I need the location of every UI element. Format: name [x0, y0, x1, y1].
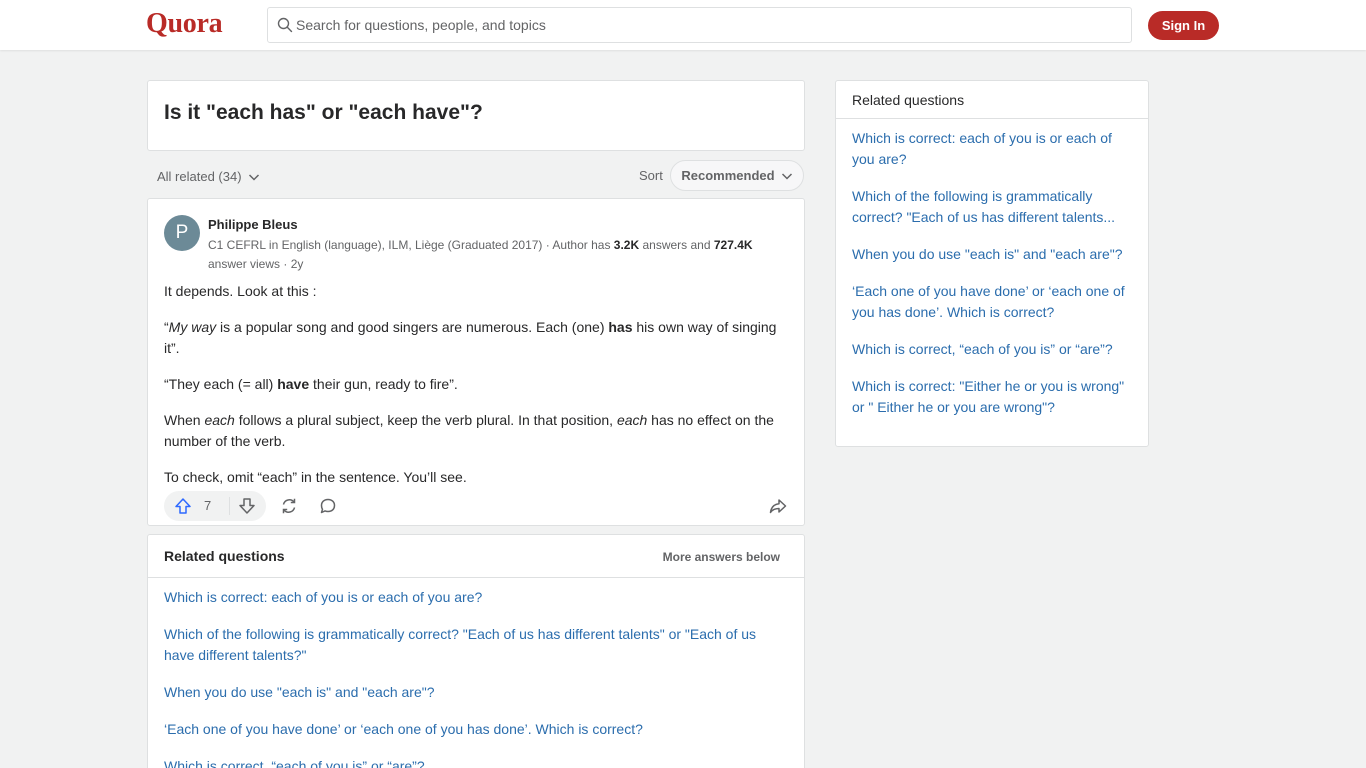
text: When [164, 412, 205, 428]
vote-divider [229, 497, 230, 515]
upvote-icon[interactable] [174, 497, 192, 515]
text: is a popular song and good singers are n… [216, 319, 609, 335]
avatar[interactable]: P [164, 215, 200, 251]
text-italic: each [204, 412, 235, 428]
upvote-count: 7 [204, 498, 212, 513]
all-related-label: All related (34) [157, 169, 242, 184]
related-questions-card: Related questions More answers below Whi… [147, 534, 805, 768]
answer-action-bar: 7 [164, 491, 790, 521]
sidebar-question-link[interactable]: Which is correct: "Either he or you is w… [852, 376, 1137, 418]
text: their gun, ready to fire”. [309, 376, 458, 392]
answer-paragraph: “My way is a popular song and good singe… [164, 317, 784, 359]
more-answers-below: More answers below [662, 550, 780, 564]
text-italic: My way [168, 319, 217, 335]
sidebar-related-questions: Related questions Which is correct: each… [835, 80, 1149, 447]
sign-in-button[interactable]: Sign In [1148, 11, 1219, 40]
chevron-down-icon [248, 173, 259, 181]
related-question-link[interactable]: Which of the following is grammatically … [164, 624, 789, 666]
downvote-icon[interactable] [238, 497, 256, 515]
related-question-link[interactable]: Which is correct, “each of you is” or “a… [164, 756, 789, 768]
cred-mid: answers and [639, 238, 714, 252]
related-questions-title: Related questions [164, 548, 285, 564]
sidebar-question-link[interactable]: Which is correct: each of you is or each… [852, 128, 1137, 170]
sidebar-question-link[interactable]: Which of the following is grammatically … [852, 186, 1137, 228]
all-related-dropdown[interactable]: All related (34) [157, 169, 260, 184]
top-header: Quora Sign In [0, 0, 1366, 50]
chevron-down-icon [781, 172, 792, 180]
search-bar[interactable] [267, 7, 1132, 43]
answer-filter-row: All related (34) Sort Recommended [147, 160, 805, 192]
text: “They each (= all) [164, 376, 278, 392]
answer-paragraph: To check, omit “each” in the sentence. Y… [164, 469, 467, 485]
comment-icon[interactable] [319, 497, 337, 515]
text-italic: each [616, 412, 648, 428]
search-input[interactable] [296, 8, 1116, 42]
views-count: 727.4K [713, 238, 753, 252]
sidebar-questions-list: Which is correct: each of you is or each… [852, 128, 1137, 434]
related-questions-list: Which is correct: each of you is or each… [164, 587, 789, 768]
cred-prefix: C1 CEFRL in English (language), ILM, Liè… [208, 238, 614, 252]
sidebar-title: Related questions [852, 92, 965, 108]
answer-paragraph: “They each (= all) have their gun, ready… [164, 374, 784, 395]
related-question-link[interactable]: ‘Each one of you have done’ or ‘each one… [164, 719, 789, 740]
share-arrow-icon[interactable] [769, 497, 787, 515]
answer-paragraph: It depends. Look at this : [164, 283, 317, 299]
author-name[interactable]: Philippe Bleus [208, 217, 298, 232]
text: follows a plural subject, keep the verb … [234, 412, 617, 428]
text-bold: has [608, 319, 633, 335]
search-icon [277, 17, 293, 33]
cred-suffix: answer views · 2y [208, 257, 304, 271]
text-bold: have [277, 376, 310, 392]
related-questions-header: Related questions More answers below [148, 535, 804, 578]
vote-pill: 7 [164, 491, 266, 521]
sort-dropdown[interactable]: Recommended [670, 160, 804, 191]
answer-card: P Philippe Bleus C1 CEFRL in English (la… [147, 198, 805, 526]
question-title: Is it "each has" or "each have"? [164, 101, 483, 124]
answers-count: 3.2K [613, 238, 640, 252]
related-question-link[interactable]: Which is correct: each of you is or each… [164, 587, 789, 608]
sidebar-question-link[interactable]: Which is correct, “each of you is” or “a… [852, 339, 1137, 360]
sidebar-header: Related questions [836, 81, 1148, 119]
related-question-link[interactable]: When you do use "each is" and "each are"… [164, 682, 789, 703]
quora-logo[interactable]: Quora [146, 8, 223, 40]
answer-body: It depends. Look at this : “My way is a … [164, 281, 784, 503]
sidebar-question-link[interactable]: When you do use "each is" and "each are"… [852, 244, 1137, 265]
question-card: Is it "each has" or "each have"? [147, 80, 805, 151]
answer-paragraph: When each follows a plural subject, keep… [164, 410, 784, 452]
sidebar-question-link[interactable]: ‘Each one of you have done’ or ‘each one… [852, 281, 1137, 323]
sort-value: Recommended [681, 168, 775, 183]
author-credentials: C1 CEFRL in English (language), ILM, Liè… [208, 236, 793, 274]
sort-label: Sort [639, 168, 663, 183]
reshare-icon[interactable] [280, 497, 298, 515]
